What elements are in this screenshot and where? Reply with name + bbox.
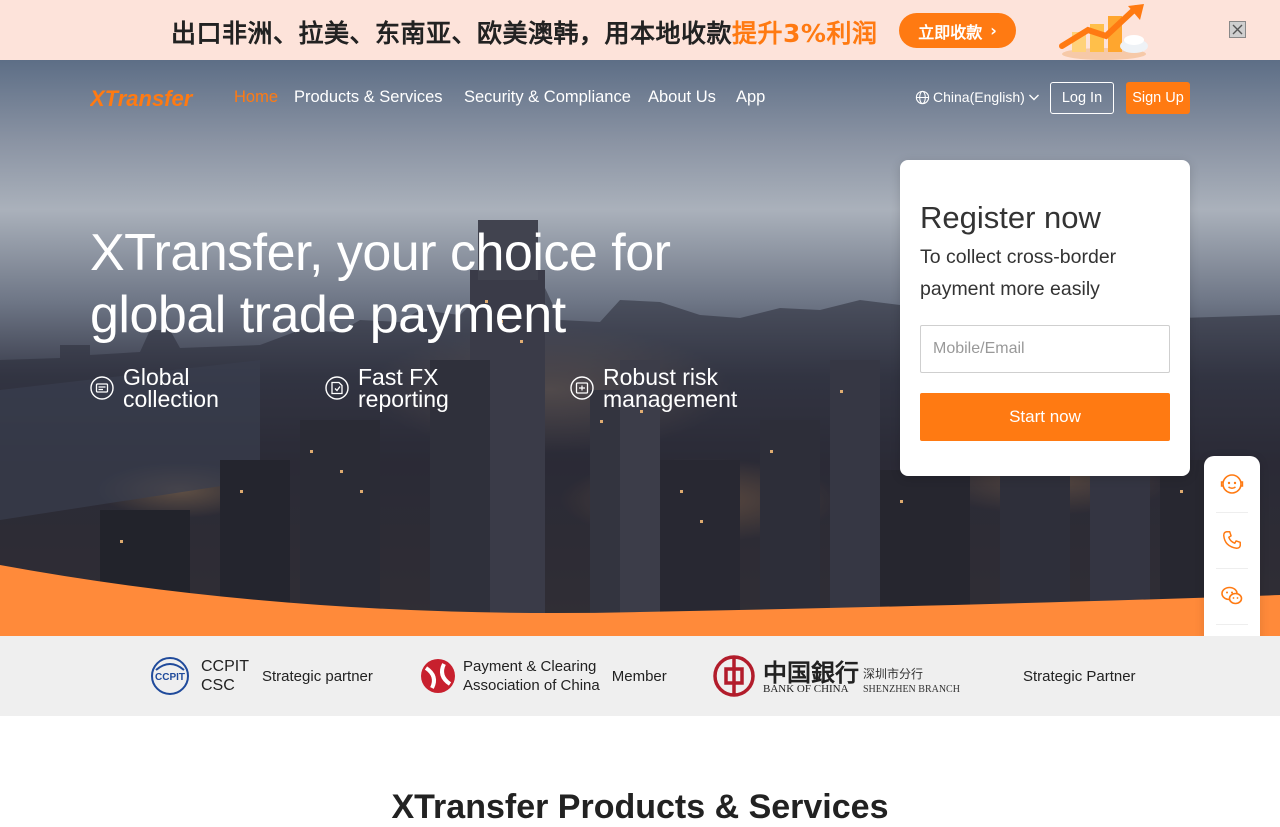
fx-report-icon bbox=[325, 376, 349, 400]
feature-label: Fast FX reporting bbox=[358, 364, 449, 412]
bank-of-china-logo bbox=[713, 655, 755, 697]
promo-text-highlight: 提升3%利润 bbox=[732, 19, 878, 48]
rising-chart-illustration bbox=[1059, 4, 1148, 60]
login-button[interactable]: Log In bbox=[1050, 82, 1114, 114]
promo-text: 出口非洲、拉美、东南亚、欧美澳韩，用本地收款提升3%利润 bbox=[171, 14, 877, 50]
partner-pcac: Payment & Clearing Association of China … bbox=[420, 636, 667, 716]
language-selector[interactable]: China(English) bbox=[915, 89, 1040, 105]
products-section-title: XTransfer Products & Services bbox=[391, 788, 889, 826]
promo-collect-button[interactable]: 立即收款 › bbox=[899, 13, 1016, 48]
support-icon bbox=[1220, 474, 1244, 494]
ccpit-logo: CCPIT bbox=[151, 657, 189, 695]
phone-icon bbox=[1223, 531, 1241, 549]
register-card: Register now To collect cross-border pay… bbox=[900, 160, 1190, 476]
partners-strip: CCPIT CCPIT CSC Strategic partner Paymen… bbox=[0, 636, 1280, 716]
nav-products-services[interactable]: Products & Services bbox=[294, 88, 443, 107]
partner-name: 中国銀行 BANK OF CHINA 深圳市分行 SHENZHEN BRANCH bbox=[763, 658, 960, 695]
feature-global-collection: Global collection bbox=[90, 364, 283, 412]
register-title: Register now bbox=[920, 200, 1101, 235]
feature-label: Global collection bbox=[123, 364, 219, 412]
partner-role: Strategic Partner bbox=[1023, 667, 1136, 685]
wechat-button[interactable] bbox=[1204, 568, 1260, 624]
support-button[interactable] bbox=[1204, 456, 1260, 512]
promo-button-label: 立即收款 bbox=[918, 22, 983, 42]
mobile-email-input[interactable] bbox=[920, 325, 1170, 373]
promo-banner[interactable]: 出口非洲、拉美、东南亚、欧美澳韩，用本地收款提升3%利润 立即收款 › bbox=[0, 0, 1280, 60]
promo-text-main: 出口非洲、拉美、东南亚、欧美澳韩，用本地收款 bbox=[171, 19, 733, 48]
partner-bank-of-china: 中国銀行 BANK OF CHINA 深圳市分行 SHENZHEN BRANCH… bbox=[713, 636, 1136, 716]
hero-title: XTransfer, your choice for global trade … bbox=[90, 224, 671, 344]
partner-name: Payment & Clearing Association of China bbox=[463, 658, 600, 694]
register-subtitle: To collect cross-border payment more eas… bbox=[920, 246, 1117, 300]
partner-role: Strategic partner bbox=[262, 667, 373, 685]
globe-icon bbox=[915, 90, 930, 104]
pcac-logo bbox=[421, 659, 455, 693]
chevron-down-icon bbox=[1028, 94, 1039, 101]
partner-role: Member bbox=[611, 667, 667, 685]
svg-text:XTransfer: XTransfer bbox=[90, 86, 194, 110]
nav-home[interactable]: Home bbox=[234, 88, 278, 107]
collection-icon bbox=[90, 376, 114, 400]
phone-button[interactable] bbox=[1204, 512, 1260, 568]
xtransfer-logo[interactable]: XTransfer bbox=[90, 86, 210, 110]
nav-app[interactable]: App bbox=[736, 88, 765, 107]
partner-ccpit: CCPIT CCPIT CSC Strategic partner bbox=[150, 636, 373, 716]
feature-robust-risk-management: Robust risk management bbox=[570, 364, 763, 412]
feature-label: Robust risk management bbox=[603, 364, 738, 412]
nav-about-us[interactable]: About Us bbox=[648, 88, 716, 107]
feature-fast-fx-reporting: Fast FX reporting bbox=[325, 364, 518, 412]
chevron-right-icon: › bbox=[990, 21, 997, 40]
nav-security-compliance[interactable]: Security & Compliance bbox=[464, 88, 631, 107]
partner-name: CCPIT CSC bbox=[201, 658, 249, 694]
language-label: China(English) bbox=[933, 89, 1025, 105]
close-icon[interactable] bbox=[1229, 21, 1246, 38]
risk-icon bbox=[570, 376, 594, 400]
signup-button[interactable]: Sign Up bbox=[1126, 82, 1190, 114]
wechat-icon bbox=[1221, 586, 1243, 605]
start-now-button[interactable]: Start now bbox=[920, 393, 1170, 441]
svg-text:CCPIT: CCPIT bbox=[155, 672, 185, 683]
